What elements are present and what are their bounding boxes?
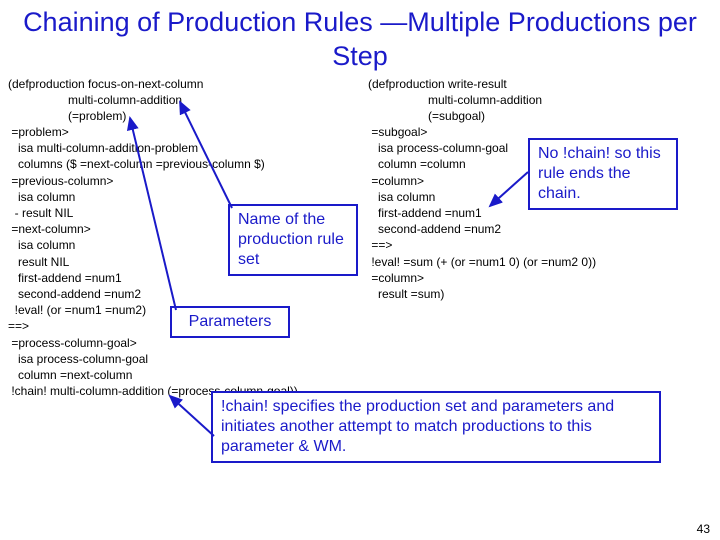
callout-chain: !chain! specifies the production set and… [211, 391, 661, 463]
slide-body: (defproduction focus-on-next-column mult… [0, 76, 720, 82]
callout-parameters: Parameters [170, 306, 290, 338]
slide-title: Chaining of Production Rules —Multiple P… [0, 0, 720, 76]
page-number: 43 [697, 522, 710, 536]
callout-name: Name of the production rule set [228, 204, 358, 276]
callout-no-chain: No !chain! so this rule ends the chain. [528, 138, 678, 210]
